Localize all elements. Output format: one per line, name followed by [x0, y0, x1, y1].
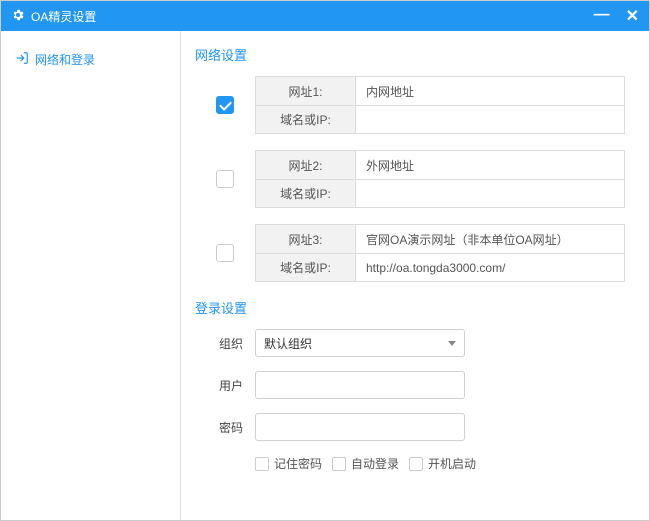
autostart-label: 开机启动: [428, 455, 476, 472]
network-2-domain-label: 域名或IP:: [256, 180, 356, 207]
password-input[interactable]: [255, 413, 465, 441]
network-3-addr-label: 网址3:: [256, 225, 356, 253]
network-2-addr-value: 外网地址: [356, 151, 624, 179]
chevron-down-icon: [448, 341, 456, 346]
minimize-button[interactable]: —: [594, 6, 610, 26]
remember-password-label: 记住密码: [274, 455, 322, 472]
network-1-domain-input[interactable]: [366, 113, 614, 127]
network-3-checkbox[interactable]: [216, 244, 234, 262]
titlebar: OA精灵设置 — ✕: [1, 1, 649, 31]
autostart-checkbox[interactable]: [409, 457, 423, 471]
gear-icon: [11, 8, 25, 25]
network-2-domain-input[interactable]: [366, 187, 614, 201]
network-3-domain-label: 域名或IP:: [256, 254, 356, 281]
org-select[interactable]: 默认组织: [255, 329, 465, 357]
network-2-addr-label: 网址2:: [256, 151, 356, 179]
network-1-domain-label: 域名或IP:: [256, 106, 356, 133]
network-1-addr-value: 内网地址: [356, 77, 624, 105]
network-section-title: 网络设置: [195, 45, 625, 64]
network-3-domain-input[interactable]: [366, 261, 614, 275]
password-label: 密码: [195, 419, 255, 436]
settings-window: OA精灵设置 — ✕ 网络和登录 网络设置 网址1: 内网地址: [0, 0, 650, 521]
network-2-checkbox[interactable]: [216, 170, 234, 188]
network-entry-3: 网址3: 官网OA演示网址（非本单位OA网址） 域名或IP:: [195, 224, 625, 282]
sidebar-item-label: 网络和登录: [35, 51, 95, 68]
main-panel: 网络设置 网址1: 内网地址 域名或IP:: [181, 31, 649, 520]
sidebar-item-network-login[interactable]: 网络和登录: [1, 45, 180, 74]
network-entry-2: 网址2: 外网地址 域名或IP:: [195, 150, 625, 208]
network-entry-1: 网址1: 内网地址 域名或IP:: [195, 76, 625, 134]
network-1-checkbox[interactable]: [216, 96, 234, 114]
network-1-addr-label: 网址1:: [256, 77, 356, 105]
sidebar: 网络和登录: [1, 31, 181, 520]
org-select-value: 默认组织: [264, 335, 312, 352]
auto-login-checkbox[interactable]: [332, 457, 346, 471]
login-icon: [15, 51, 29, 68]
auto-login-label: 自动登录: [351, 455, 399, 472]
window-title: OA精灵设置: [31, 8, 96, 25]
network-3-addr-value: 官网OA演示网址（非本单位OA网址）: [356, 225, 624, 253]
org-label: 组织: [195, 335, 255, 352]
close-button[interactable]: ✕: [626, 6, 639, 26]
login-section-title: 登录设置: [195, 298, 625, 317]
user-label: 用户: [195, 377, 255, 394]
remember-password-checkbox[interactable]: [255, 457, 269, 471]
user-input[interactable]: [255, 371, 465, 399]
